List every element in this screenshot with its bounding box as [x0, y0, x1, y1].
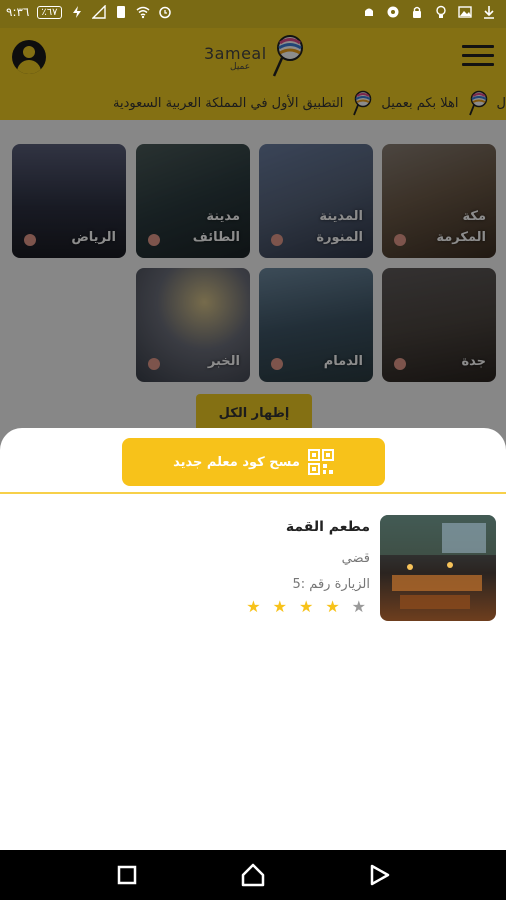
restaurant-city: قضي	[341, 551, 370, 566]
sheet-divider	[0, 492, 506, 494]
android-icon	[365, 8, 373, 16]
star-filled-icon: ★	[325, 597, 340, 616]
rating-stars: ★ ★ ★ ★ ★	[246, 597, 366, 616]
status-right	[362, 5, 496, 19]
image-icon	[458, 6, 472, 18]
bulb-icon	[436, 5, 446, 18]
star-filled-icon: ★	[272, 597, 287, 616]
scan-code-button[interactable]: مسح كود معلم جديد	[122, 438, 385, 486]
restaurant-name: مطعم القمة	[285, 519, 370, 535]
home-icon[interactable]	[240, 862, 266, 888]
recents-icon[interactable]	[114, 862, 140, 888]
battery-indicator: ٪٦٧	[37, 5, 62, 19]
restaurant-item[interactable]: مطعم القمة قضي الزيارة رقم :5 ★ ★ ★ ★ ★	[10, 515, 496, 621]
wifi-icon	[136, 6, 149, 19]
sim-icon	[116, 6, 125, 18]
back-icon[interactable]	[366, 862, 392, 888]
star-empty-icon: ★	[351, 597, 366, 616]
record-icon	[387, 6, 399, 18]
star-filled-icon: ★	[246, 597, 261, 616]
scan-code-label: مسح كود معلم جديد	[173, 454, 300, 470]
charging-icon	[72, 6, 81, 18]
bottom-sheet: مسح كود معلم جديد مطعم القمة قضي الزيارة…	[0, 428, 506, 850]
restaurant-photo	[380, 515, 496, 621]
restaurant-image	[380, 515, 496, 621]
lock-icon	[413, 6, 421, 18]
status-bar: ٩:٣٦ ٪٦٧	[0, 0, 506, 28]
status-left: ٩:٣٦ ٪٦٧	[6, 5, 172, 19]
clock: ٩:٣٦	[6, 5, 30, 19]
signal-icon	[91, 5, 106, 19]
qr-code-icon	[307, 449, 334, 475]
restaurant-visit-number: الزيارة رقم :5	[292, 577, 370, 592]
alarm-icon	[158, 6, 171, 19]
download-icon	[484, 6, 494, 19]
star-filled-icon: ★	[298, 597, 314, 616]
system-nav-bar	[0, 850, 506, 900]
